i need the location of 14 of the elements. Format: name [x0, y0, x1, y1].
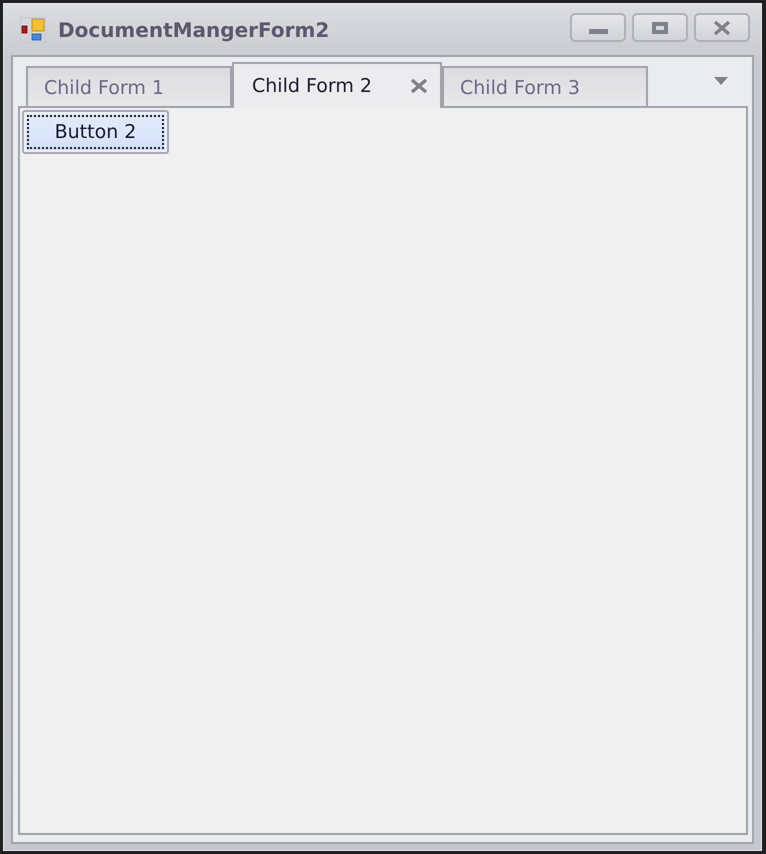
caret-icon[interactable] — [714, 77, 728, 85]
minimize-button[interactable] — [570, 13, 626, 42]
close-button[interactable] — [694, 13, 750, 42]
minimize-icon — [588, 28, 608, 34]
close-icon — [713, 20, 731, 34]
app-icon — [20, 16, 46, 42]
maximize-icon — [652, 22, 668, 34]
tab[interactable]: Child Form 2 — [232, 62, 442, 108]
form-button[interactable]: Button 2 — [22, 110, 169, 154]
tab[interactable]: Child Form 1 — [26, 66, 232, 108]
tab[interactable]: Child Form 3 — [442, 66, 648, 108]
close-icon[interactable] — [410, 79, 428, 93]
maximize-button[interactable] — [632, 13, 688, 42]
window-title: DocumentMangerForm2 — [58, 18, 330, 42]
